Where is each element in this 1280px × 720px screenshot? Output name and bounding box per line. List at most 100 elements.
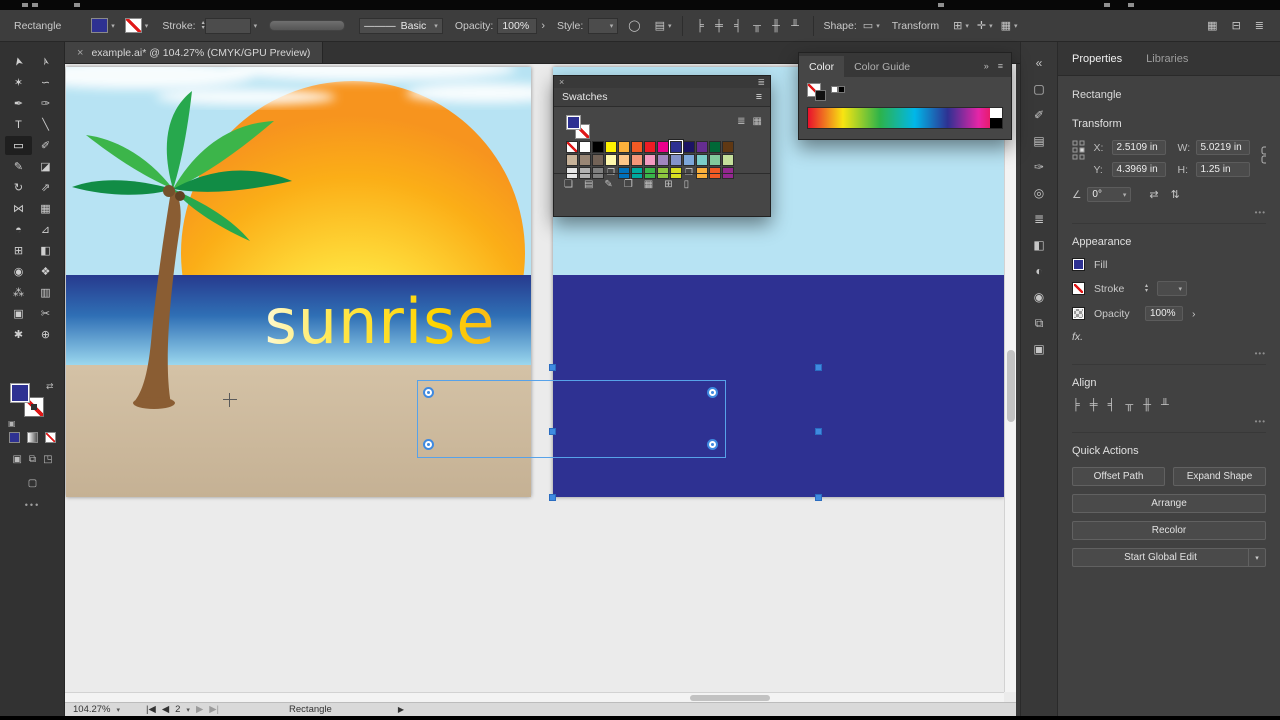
brushes-panel-icon[interactable]: ✑ — [1021, 154, 1057, 180]
menubar-icon[interactable] — [1104, 3, 1110, 7]
flip-horizontal-icon[interactable]: ⇄ — [1149, 188, 1158, 201]
panel-drag-icon[interactable]: ≣ — [757, 77, 765, 88]
fill-color-swatch[interactable] — [91, 18, 109, 33]
eraser-tool[interactable]: ◪ — [32, 157, 59, 176]
shape-builder-tool[interactable]: ◓ — [5, 220, 32, 239]
swatch[interactable] — [579, 154, 591, 166]
more-transform-options-icon[interactable]: ••• — [1255, 208, 1266, 217]
fill-proxy[interactable] — [10, 383, 30, 403]
screen-mode-icon[interactable]: ▢ — [28, 478, 37, 489]
swatch[interactable] — [722, 141, 734, 153]
perspective-grid-tool[interactable]: ⊿ — [32, 220, 59, 239]
swatch[interactable] — [657, 154, 669, 166]
layers-panel-icon[interactable]: ⧉ — [1021, 310, 1057, 336]
swatches-panel-titlebar[interactable]: × ≣ — [554, 76, 770, 88]
swap-fill-stroke-icon[interactable]: ⇄ — [46, 381, 54, 392]
eyedropper-tool[interactable]: ◉ — [5, 262, 32, 281]
opacity-field[interactable]: 100% — [497, 17, 538, 34]
pen-tool[interactable]: ✒ — [5, 94, 32, 113]
draw-behind-icon[interactable]: ⧉ — [29, 454, 36, 465]
grid-view-icon[interactable]: ▦ — [753, 116, 762, 127]
menubar-icon[interactable] — [938, 3, 944, 7]
chevron-down-icon[interactable]: ▾ — [111, 22, 115, 30]
menubar-icon[interactable] — [74, 3, 80, 7]
color-panel-icon[interactable]: ▢ — [1021, 76, 1057, 102]
stroke-weight-dropdown[interactable]: ▾ — [1157, 281, 1188, 296]
color-stroke-proxy[interactable] — [815, 90, 826, 101]
opacity-swatch[interactable] — [1072, 307, 1085, 320]
opacity-field[interactable]: 100% — [1145, 306, 1183, 321]
curvature-tool[interactable]: ✑ — [32, 94, 59, 113]
black-white-swatches[interactable] — [831, 86, 845, 93]
horizontal-scrollbar[interactable] — [65, 692, 1004, 702]
stroke-panel-icon[interactable]: ≣ — [1021, 206, 1057, 232]
paintbrush-tool[interactable]: ✐ — [32, 136, 59, 155]
rectangle-tool[interactable]: ▭ — [5, 136, 32, 155]
close-panel-icon[interactable]: × — [559, 77, 564, 87]
swatch[interactable] — [722, 154, 734, 166]
swatch[interactable] — [696, 154, 708, 166]
close-tab-icon[interactable]: × — [77, 47, 83, 59]
selection-handle[interactable] — [549, 364, 556, 371]
brush-definition-dropdown[interactable]: ——— Basic ▾ — [359, 17, 443, 34]
align-horizontal-right-icon[interactable]: ╡ — [731, 20, 746, 32]
swatch[interactable] — [592, 154, 604, 166]
vertical-scrollbar[interactable] — [1004, 64, 1016, 692]
corner-widget[interactable] — [707, 439, 718, 450]
horizontal-scrollbar-thumb[interactable] — [690, 695, 770, 701]
swatch[interactable] — [670, 141, 682, 153]
slice-tool[interactable]: ✂ — [32, 304, 59, 323]
first-artboard-button[interactable]: |◀ — [146, 704, 156, 715]
swatch[interactable] — [618, 141, 630, 153]
stroke-color-swatch[interactable] — [124, 18, 142, 33]
default-fill-stroke-icon[interactable]: ▣ — [8, 419, 16, 428]
align-horizontal-center-icon[interactable]: ╪ — [712, 20, 727, 32]
blend-tool[interactable]: ❖ — [32, 262, 59, 281]
next-artboard-button[interactable]: ▶ — [196, 704, 203, 715]
align-horizontal-left-icon[interactable]: ╞ — [1072, 399, 1080, 411]
scale-tool[interactable]: ⇗ — [32, 178, 59, 197]
fill-swatch[interactable] — [1072, 258, 1085, 271]
flip-vertical-icon[interactable]: ⇅ — [1171, 188, 1180, 201]
previous-artboard-button[interactable]: ◀ — [162, 704, 169, 715]
corner-widget[interactable] — [707, 387, 718, 398]
width-tool[interactable]: ⋈ — [5, 199, 32, 218]
rotate-tool[interactable]: ↻ — [5, 178, 32, 197]
swatch[interactable] — [709, 141, 721, 153]
swatch[interactable] — [605, 154, 617, 166]
swatch[interactable] — [579, 141, 591, 153]
gradient-fill-icon[interactable] — [27, 432, 38, 446]
selection-handle[interactable] — [815, 364, 822, 371]
align-horizontal-left-icon[interactable]: ╞ — [693, 20, 708, 32]
selection-handle[interactable] — [549, 494, 556, 501]
color-fill-icon[interactable] — [9, 432, 20, 446]
width-profile-dropdown[interactable] — [269, 20, 346, 31]
menubar-icon[interactable] — [1128, 3, 1134, 7]
tab-properties[interactable]: Properties — [1072, 53, 1122, 65]
align-vertical-bottom-icon[interactable]: ╨ — [1161, 399, 1169, 411]
selection-handle[interactable] — [549, 428, 556, 435]
height-field[interactable]: 1.25 in — [1195, 162, 1250, 177]
color-guide-panel-icon[interactable]: ✐ — [1021, 102, 1057, 128]
swatch[interactable] — [605, 141, 617, 153]
chevron-down-icon[interactable]: ▾ — [254, 22, 258, 30]
mesh-tool[interactable]: ⊞ — [5, 241, 32, 260]
line-segment-tool[interactable]: ╲ — [32, 115, 59, 134]
status-expand-icon[interactable]: ▶ — [398, 705, 404, 714]
offset-path-button[interactable]: Offset Path — [1072, 467, 1165, 486]
free-transform-tool[interactable]: ▦ — [32, 199, 59, 218]
none-fill-icon[interactable] — [45, 432, 56, 446]
control-menu-icon[interactable]: ≣ — [1255, 19, 1264, 32]
column-graph-tool[interactable]: ▥ — [32, 283, 59, 302]
swatch-kinds-icon[interactable]: ▤ — [584, 179, 593, 190]
isolate-dropdown-icon[interactable]: ▦ — [1001, 19, 1011, 32]
align-vertical-center-icon[interactable]: ╫ — [769, 20, 784, 32]
artboards-panel-icon[interactable]: ▣ — [1021, 336, 1057, 362]
corner-widget[interactable] — [423, 439, 434, 450]
stroke-weight-stepper[interactable]: ▴ ▾ — [1145, 283, 1148, 294]
align-horizontal-center-icon[interactable]: ╪ — [1090, 399, 1098, 411]
constrain-proportions-icon[interactable] — [1259, 146, 1267, 164]
vertical-scrollbar-thumb[interactable] — [1007, 350, 1015, 422]
arrange-dropdown-icon[interactable]: ⊞ — [953, 19, 962, 32]
arrange-button[interactable]: Arrange — [1072, 494, 1266, 513]
